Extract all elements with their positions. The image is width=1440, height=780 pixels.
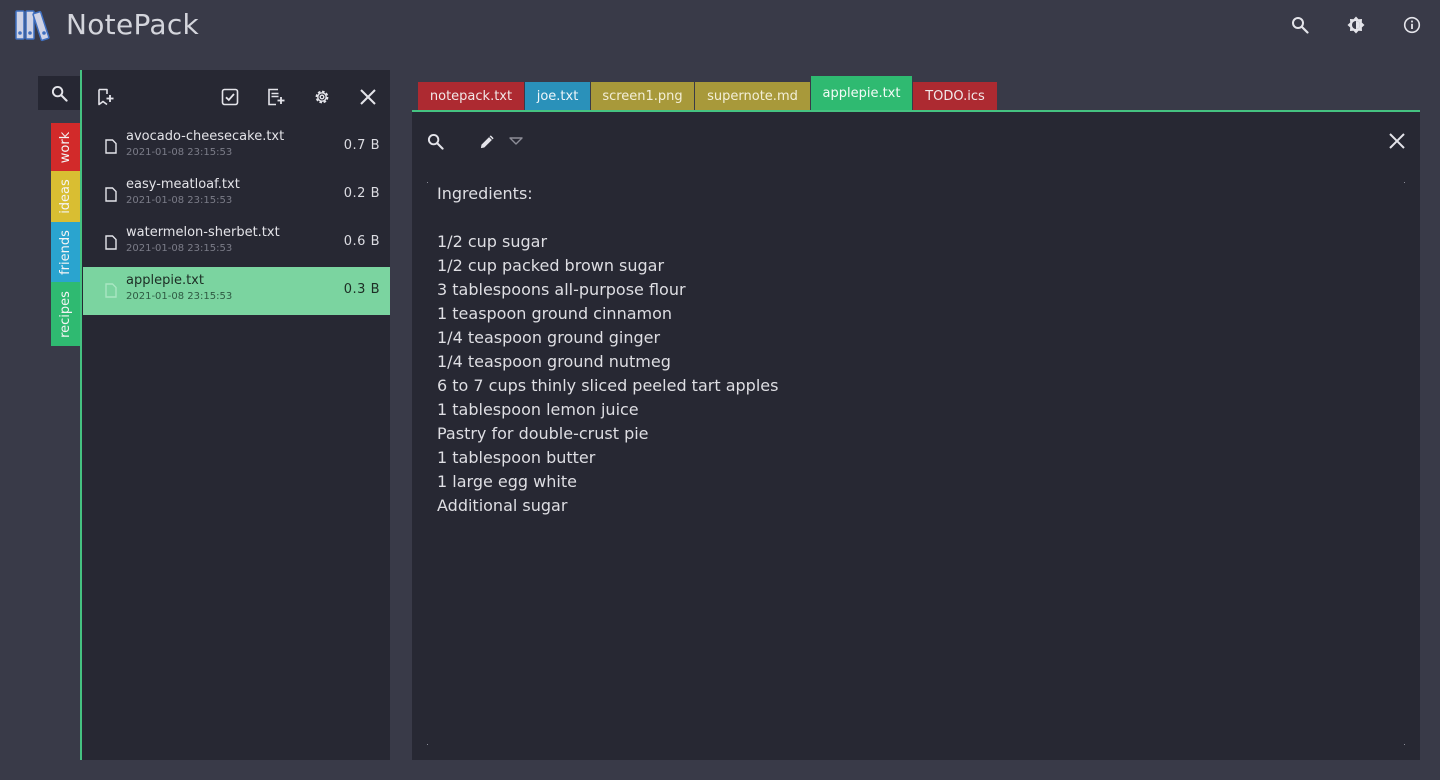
file-date: 2021-01-08 23:15:53 — [126, 291, 233, 302]
file-name: easy-meatloaf.txt — [126, 177, 240, 192]
file-name: watermelon-sherbet.txt — [126, 225, 280, 240]
list-add-icon — [267, 88, 285, 106]
edit-mode-button[interactable] — [477, 131, 497, 151]
bookmark-add-icon — [96, 88, 114, 106]
info-button[interactable] — [1400, 13, 1424, 37]
select-mode-button[interactable] — [219, 86, 241, 108]
new-note-button[interactable] — [94, 86, 116, 108]
brightness-icon — [1347, 16, 1365, 34]
textarea-corner — [1404, 744, 1405, 745]
gear-icon — [313, 88, 331, 106]
tab-notepack-txt[interactable]: notepack.txt — [418, 82, 524, 110]
tab-screen1-png[interactable]: screen1.png — [591, 82, 694, 110]
editor-pane: Ingredients: 1/2 cup sugar 1/2 cup packe… — [412, 112, 1420, 760]
app-title: NotePack — [66, 8, 200, 41]
tab-supernote-md[interactable]: supernote.md — [695, 82, 810, 110]
textarea-corner — [1404, 182, 1405, 183]
editor-textarea[interactable]: Ingredients: 1/2 cup sugar 1/2 cup packe… — [437, 182, 1397, 742]
folder-tab-label: ideas — [58, 179, 74, 214]
folder-tab-label: work — [58, 131, 73, 163]
folder-tab-ideas[interactable]: ideas — [51, 171, 80, 222]
close-panel-button[interactable] — [357, 86, 379, 108]
file-row-selected[interactable]: applepie.txt 2021-01-08 23:15:53 0.3 B — [83, 267, 390, 315]
file-row[interactable]: watermelon-sherbet.txt 2021-01-08 23:15:… — [83, 219, 390, 267]
file-size: 0.7 B — [343, 138, 380, 153]
folder-tab-label: recipes — [58, 290, 73, 338]
close-icon — [359, 88, 377, 106]
pencil-icon — [479, 133, 496, 150]
app-logo — [15, 8, 53, 42]
search-icon — [427, 133, 444, 150]
file-icon — [105, 283, 117, 298]
file-size: 0.2 B — [343, 186, 380, 201]
file-name: avocado-cheesecake.txt — [126, 129, 285, 144]
header-search-button[interactable] — [1288, 13, 1312, 37]
file-icon — [105, 187, 117, 202]
search-icon — [51, 85, 68, 102]
file-icon — [105, 235, 117, 250]
file-size: 0.3 B — [343, 282, 380, 297]
file-name: applepie.txt — [126, 273, 204, 288]
textarea-corner — [427, 182, 428, 183]
edit-mode-dropdown[interactable] — [507, 133, 525, 149]
info-icon — [1403, 16, 1421, 34]
folder-tab-work[interactable]: work — [51, 123, 80, 171]
file-date: 2021-01-08 23:15:53 — [126, 195, 233, 206]
file-panel: avocado-cheesecake.txt 2021-01-08 23:15:… — [80, 70, 390, 760]
add-list-button[interactable] — [265, 86, 287, 108]
file-row[interactable]: easy-meatloaf.txt 2021-01-08 23:15:53 0.… — [83, 171, 390, 219]
tab-todo-ics[interactable]: TODO.ics — [913, 82, 997, 110]
theme-toggle-button[interactable] — [1344, 13, 1368, 37]
folder-tab-friends[interactable]: friends — [51, 222, 80, 282]
close-icon — [1388, 132, 1406, 150]
file-icon — [105, 139, 117, 154]
file-date: 2021-01-08 23:15:53 — [126, 147, 233, 158]
check-square-icon — [221, 88, 239, 106]
editor-search-button[interactable] — [425, 131, 445, 151]
file-date: 2021-01-08 23:15:53 — [126, 243, 233, 254]
tab-joe-txt[interactable]: joe.txt — [525, 82, 590, 110]
folder-tab-label: friends — [58, 229, 74, 275]
close-tab-button[interactable] — [1387, 131, 1407, 151]
file-row[interactable]: avocado-cheesecake.txt 2021-01-08 23:15:… — [83, 123, 390, 171]
textarea-corner — [427, 744, 428, 745]
settings-button[interactable] — [311, 86, 333, 108]
folder-tab-recipes[interactable]: recipes — [51, 282, 80, 346]
tab-applepie-txt[interactable]: applepie.txt — [811, 76, 912, 110]
chevron-down-icon — [509, 136, 523, 146]
file-size: 0.6 B — [343, 234, 380, 249]
folder-search-button[interactable] — [38, 76, 80, 110]
search-icon — [1291, 16, 1309, 34]
